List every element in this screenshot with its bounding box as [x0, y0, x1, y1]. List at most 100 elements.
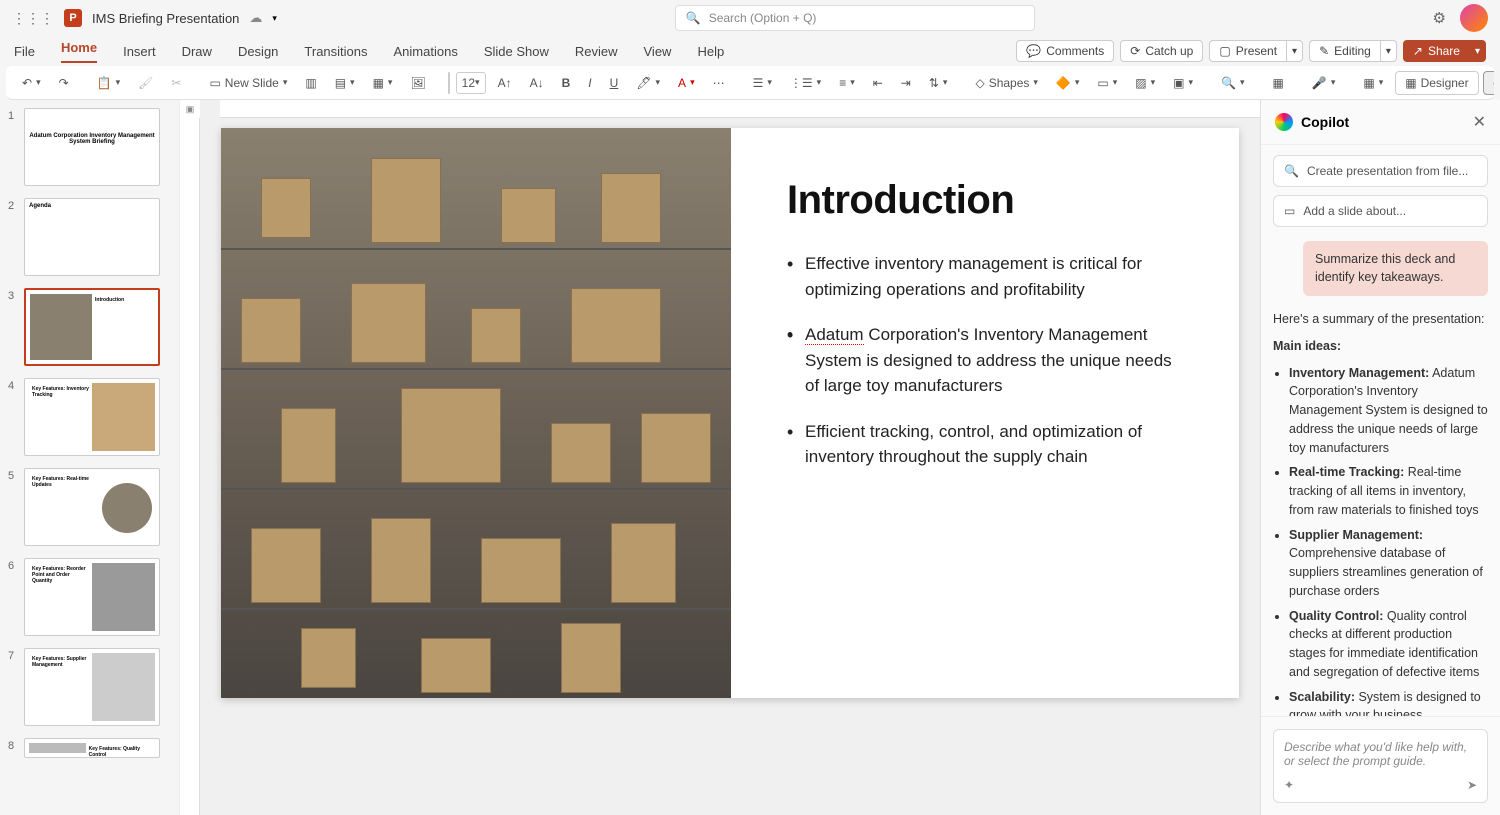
menu-home[interactable]: Home [61, 40, 97, 63]
menu-insert[interactable]: Insert [123, 44, 156, 59]
bullet-2[interactable]: Adatum Corporation's Inventory Managemen… [787, 322, 1183, 399]
more-font-button[interactable]: ⋯ [707, 72, 731, 94]
catchup-button[interactable]: ⟳Catch up [1120, 40, 1203, 62]
find-button[interactable]: 🔍 ▾ [1215, 72, 1250, 94]
idea-1: Inventory Management: Adatum Corporation… [1289, 364, 1488, 458]
align-button[interactable]: ≡ ▾ [833, 72, 861, 94]
present-button[interactable]: ▢Present [1209, 40, 1286, 62]
highlight-button[interactable]: 🖊 ▾ [630, 72, 666, 94]
share-button[interactable]: ↗Share [1403, 40, 1469, 62]
app-launcher-icon[interactable]: ⋮⋮⋮ [12, 10, 54, 27]
menu-view[interactable]: View [644, 44, 672, 59]
font-name-input[interactable] [448, 72, 450, 94]
numbering-button[interactable]: ⋮☰ ▾ [784, 72, 827, 94]
line-spacing-button[interactable]: ⇅ ▾ [923, 72, 954, 94]
user-avatar[interactable] [1460, 4, 1488, 32]
italic-button[interactable]: I [582, 72, 597, 94]
thumbnail-3[interactable]: Introduction [24, 288, 160, 366]
summary-intro: Here's a summary of the presentation: [1273, 310, 1488, 329]
grid-button[interactable]: ▦ ▾ [367, 72, 399, 94]
thumbnail-panel[interactable]: 1Adatum Corporation Inventory Management… [0, 100, 180, 815]
photo-button[interactable]: 🖼 [404, 72, 431, 94]
horizontal-ruler[interactable] [220, 100, 1260, 118]
bold-button[interactable]: B [556, 72, 577, 94]
send-icon[interactable]: ➤ [1467, 778, 1477, 792]
thumbnail-1[interactable]: Adatum Corporation Inventory Management … [24, 108, 160, 186]
arrange-button[interactable]: ▣ ▾ [1167, 72, 1199, 94]
designer-button[interactable]: ▦ Designer [1395, 71, 1478, 95]
copilot-ribbon-button[interactable]: ◐ Copilot [1483, 71, 1494, 95]
dictate-button[interactable]: 🎤 ▾ [1306, 72, 1341, 94]
menu-transitions[interactable]: Transitions [304, 44, 367, 59]
copilot-body[interactable]: 🔍Create presentation from file... ▭Add a… [1261, 145, 1500, 716]
underline-button[interactable]: U [604, 72, 625, 94]
comments-button[interactable]: 💬Comments [1016, 40, 1114, 62]
vertical-ruler[interactable] [180, 118, 200, 815]
bullet-3[interactable]: Efficient tracking, control, and optimiz… [787, 419, 1183, 470]
menu-review[interactable]: Review [575, 44, 618, 59]
thumbnail-2[interactable]: Agenda [24, 198, 160, 276]
document-title[interactable]: IMS Briefing Presentation [92, 11, 239, 26]
thumbnail-6[interactable]: Key Features: Reorder Point and Order Qu… [24, 558, 160, 636]
main-ideas-label: Main ideas: [1273, 337, 1488, 356]
share-caret[interactable]: ▾ [1469, 40, 1486, 62]
thumbnail-7[interactable]: Key Features: Supplier Management [24, 648, 160, 726]
powerpoint-icon: P [64, 9, 82, 27]
shape-fill-button[interactable]: 🔶 ▾ [1050, 72, 1085, 94]
settings-icon[interactable]: ⚙ [1433, 9, 1446, 27]
font-color-button[interactable]: A ▾ [672, 72, 701, 94]
increase-font-button[interactable]: A↑ [492, 72, 518, 94]
slide-content[interactable]: Introduction Effective inventory managem… [731, 128, 1239, 698]
menu-file[interactable]: File [14, 44, 35, 59]
copilot-prompt-input[interactable]: Describe what you'd like help with, or s… [1273, 729, 1488, 803]
shapes-button[interactable]: ◇ Shapes ▾ [969, 72, 1043, 94]
thumbnail-4[interactable]: Key Features: Inventory Tracking [24, 378, 160, 456]
title-chevron-icon[interactable]: ▾ [272, 13, 277, 24]
menu-draw[interactable]: Draw [182, 44, 212, 59]
undo-button[interactable]: ↶ ▾ [16, 72, 47, 94]
layout-button[interactable]: ▥ [299, 72, 322, 94]
close-icon[interactable]: ✕ [1473, 112, 1486, 132]
slide[interactable]: Introduction Effective inventory managem… [221, 128, 1239, 698]
idea-2: Real-time Tracking: Real-time tracking o… [1289, 463, 1488, 519]
present-caret[interactable]: ▾ [1286, 40, 1303, 62]
paste-button[interactable]: 📋 ▾ [91, 72, 126, 94]
format-painter-button[interactable]: 🖌 [132, 72, 159, 94]
decrease-font-button[interactable]: A↓ [524, 72, 550, 94]
bullets-button[interactable]: ☰ ▾ [747, 72, 778, 94]
menu-help[interactable]: Help [697, 44, 724, 59]
indent-dec-button[interactable]: ⇤ [867, 72, 889, 94]
table-button[interactable]: ▦ ▾ [1357, 72, 1389, 94]
menu-animations[interactable]: Animations [394, 44, 458, 59]
suggestion-add-slide[interactable]: ▭Add a slide about... [1273, 195, 1488, 227]
slide-bullets[interactable]: Effective inventory management is critic… [787, 251, 1183, 470]
thumbnail-8[interactable]: Key Features: Quality Control [24, 738, 160, 758]
thumbnail-5[interactable]: Key Features: Real-time Updates [24, 468, 160, 546]
addins-button[interactable]: ▦ [1267, 72, 1290, 94]
menu-design[interactable]: Design [238, 44, 278, 59]
section-button[interactable]: ▤ ▾ [329, 72, 361, 94]
sparkle-icon[interactable]: ✦ [1284, 778, 1294, 792]
suggestion-create-from-file[interactable]: 🔍Create presentation from file... [1273, 155, 1488, 187]
copilot-input-area: Describe what you'd like help with, or s… [1261, 716, 1500, 815]
cut-button[interactable]: ✂ [165, 72, 187, 94]
bullet-1[interactable]: Effective inventory management is critic… [787, 251, 1183, 302]
catchup-icon: ⟳ [1130, 44, 1140, 58]
outline-toggle[interactable]: ▣ [180, 100, 200, 118]
copilot-response: Here's a summary of the presentation: Ma… [1273, 310, 1488, 716]
editing-caret[interactable]: ▾ [1380, 40, 1397, 62]
font-size-input[interactable]: 12 ▾ [456, 72, 486, 94]
editing-button[interactable]: ✎Editing [1309, 40, 1380, 62]
present-icon: ▢ [1219, 44, 1230, 58]
indent-inc-button[interactable]: ⇥ [895, 72, 917, 94]
cloud-saved-icon[interactable]: ☁ [249, 10, 262, 26]
title-bar: ⋮⋮⋮ P IMS Briefing Presentation ☁ ▾ 🔍 Se… [0, 0, 1500, 36]
slide-title[interactable]: Introduction [787, 178, 1183, 223]
shape-effects-button[interactable]: ▨ ▾ [1129, 72, 1161, 94]
menu-slideshow[interactable]: Slide Show [484, 44, 549, 59]
shape-outline-button[interactable]: ▭ ▾ [1091, 72, 1123, 94]
search-input[interactable]: 🔍 Search (Option + Q) [675, 5, 1035, 31]
new-slide-button[interactable]: ▭ New Slide ▾ [203, 72, 293, 94]
canvas[interactable]: Introduction Effective inventory managem… [200, 118, 1260, 815]
redo-button[interactable]: ↷ [53, 72, 75, 94]
